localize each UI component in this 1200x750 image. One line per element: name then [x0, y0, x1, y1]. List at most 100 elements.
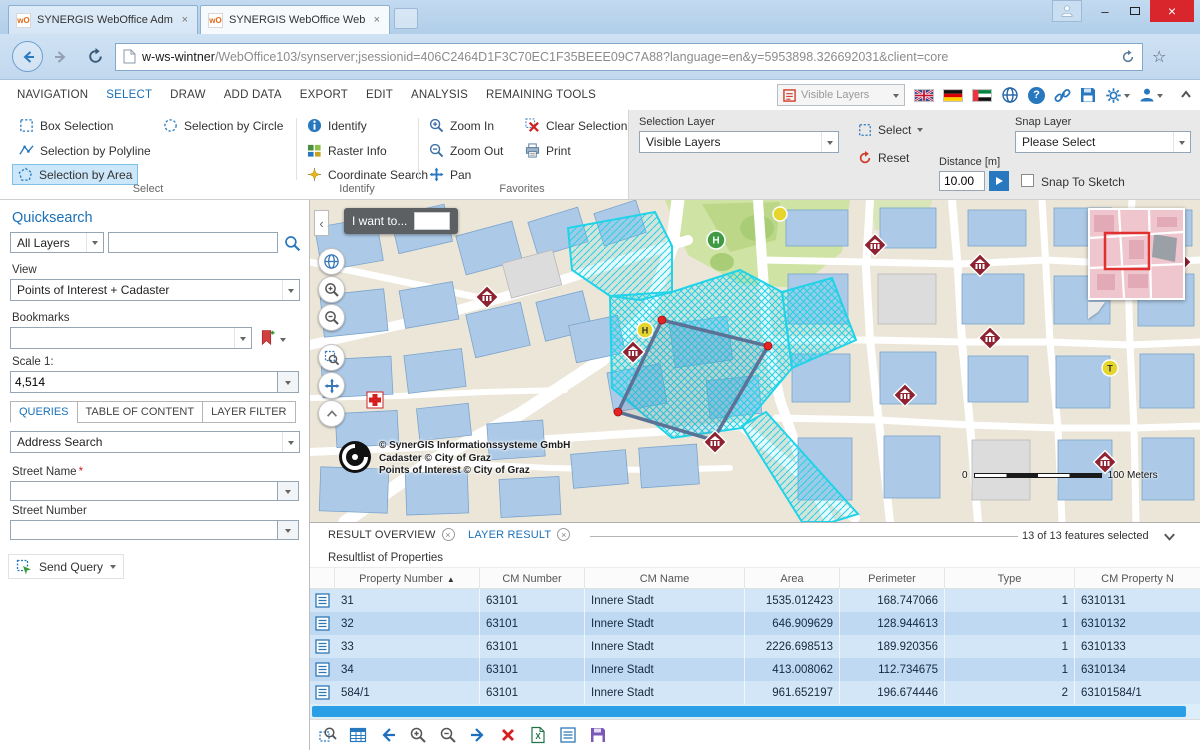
column-header-property-number[interactable]: Property Number▲: [335, 568, 480, 590]
overview-toggle[interactable]: [1088, 302, 1105, 319]
table-row[interactable]: 34 63101 Innere Stadt 413.008062 112.734…: [310, 658, 1200, 681]
i-want-to-button[interactable]: I want to...: [344, 208, 458, 234]
horizontal-scrollbar[interactable]: [310, 704, 1200, 719]
clear-selection-button[interactable]: Clear Selection: [520, 115, 632, 136]
save-icon[interactable]: [1080, 87, 1096, 103]
i-want-to-input[interactable]: [414, 212, 450, 230]
view-select[interactable]: Points of Interest + Cadaster: [10, 279, 300, 301]
street-name-input[interactable]: [10, 481, 278, 501]
map-viewport[interactable]: H H T ‹ I want to...: [310, 200, 1200, 522]
table-row[interactable]: 584/1 63101 Innere Stadt 961.652197 196.…: [310, 681, 1200, 704]
ribbon-tab-export[interactable]: EXPORT: [291, 89, 357, 101]
street-number-select-arrow[interactable]: [277, 520, 299, 540]
map-zoom-out-button[interactable]: [318, 304, 345, 331]
map-pan-button[interactable]: [318, 372, 345, 399]
record-icon[interactable]: [315, 593, 330, 608]
overview-map[interactable]: [1088, 208, 1185, 300]
column-header-cm-property[interactable]: CM Property N: [1075, 568, 1200, 590]
favorites-star-icon[interactable]: ☆: [1152, 47, 1166, 67]
tab-result-overview[interactable]: RESULT OVERVIEW ×: [328, 528, 455, 541]
ribbon-tab-add-data[interactable]: ADD DATA: [215, 89, 291, 101]
zoom-out-button[interactable]: Zoom Out: [424, 140, 508, 161]
ribbon-tab-draw[interactable]: DRAW: [161, 89, 215, 101]
close-tab-icon[interactable]: ×: [442, 528, 455, 541]
table-row[interactable]: 33 63101 Innere Stadt 2226.698513 189.92…: [310, 635, 1200, 658]
table-row[interactable]: 31 63101 Innere Stadt 1535.012423 168.74…: [310, 589, 1200, 612]
browser-tab-admin[interactable]: wO SYNERGIS WebOffice Adm ×: [8, 5, 198, 34]
maximize-button[interactable]: [1120, 0, 1150, 22]
address-bar[interactable]: w-ws-wintner/WebOffice103/synserver;jses…: [115, 43, 1143, 71]
scale-input[interactable]: [10, 371, 278, 393]
flag-english-icon[interactable]: [914, 89, 934, 102]
send-query-button[interactable]: Send Query: [8, 554, 124, 579]
identify-button[interactable]: Identify: [302, 115, 372, 136]
quicksearch-input[interactable]: [108, 232, 278, 253]
record-icon[interactable]: [315, 662, 330, 677]
previous-result-button[interactable]: [376, 723, 400, 747]
snap-to-sketch-checkbox[interactable]: [1021, 174, 1034, 187]
box-selection-button[interactable]: Box Selection: [14, 115, 118, 136]
globe-tool-button[interactable]: [318, 248, 345, 275]
query-type-select[interactable]: Address Search: [10, 431, 300, 453]
tab-layer-filter[interactable]: LAYER FILTER: [202, 401, 295, 423]
quicksearch-layer-select[interactable]: All Layers: [10, 232, 104, 253]
remove-result-button[interactable]: [496, 723, 520, 747]
save-results-button[interactable]: [586, 723, 610, 747]
ribbon-tab-select[interactable]: SELECT: [97, 89, 161, 101]
forward-button[interactable]: [47, 43, 75, 71]
column-header-area[interactable]: Area: [745, 568, 840, 590]
flag-arabic-icon[interactable]: [972, 89, 992, 102]
column-header-cm-name[interactable]: CM Name: [585, 568, 745, 590]
globe-icon[interactable]: [1001, 86, 1019, 104]
select-split-button[interactable]: Select: [853, 119, 928, 140]
snap-layer-select[interactable]: Please Select: [1015, 131, 1191, 153]
flag-german-icon[interactable]: [943, 89, 963, 102]
tab-layer-result[interactable]: LAYER RESULT ×: [468, 528, 570, 541]
close-tab-icon[interactable]: ×: [557, 528, 570, 541]
ribbon-tab-navigation[interactable]: NAVIGATION: [8, 89, 97, 101]
table-row[interactable]: 32 63101 Innere Stadt 646.909629 128.944…: [310, 612, 1200, 635]
map-scroll-up-button[interactable]: [318, 400, 345, 427]
minimize-button[interactable]: –: [1090, 0, 1120, 22]
street-number-input[interactable]: [10, 520, 278, 540]
next-result-button[interactable]: [466, 723, 490, 747]
reset-button[interactable]: Reset: [853, 147, 914, 168]
record-icon[interactable]: [315, 685, 330, 700]
zoom-result-in-button[interactable]: [406, 723, 430, 747]
coordinate-search-button[interactable]: Coordinate Search: [302, 164, 433, 185]
raster-info-button[interactable]: Raster Info: [302, 140, 392, 161]
scale-select-arrow[interactable]: [277, 371, 299, 393]
selection-layer-select[interactable]: Visible Layers: [639, 131, 839, 153]
link-icon[interactable]: [1054, 87, 1071, 104]
scrollbar-thumb[interactable]: [312, 706, 1186, 717]
add-bookmark-icon[interactable]: [258, 329, 275, 346]
tab-close-icon[interactable]: ×: [180, 14, 190, 26]
apply-distance-button[interactable]: [989, 171, 1009, 191]
new-tab-button[interactable]: [394, 8, 418, 29]
column-header-perimeter[interactable]: Perimeter: [840, 568, 945, 590]
settings-button[interactable]: [1105, 87, 1130, 104]
map-zoom-in-button[interactable]: [318, 276, 345, 303]
account-button[interactable]: [1052, 0, 1082, 22]
chevron-down-icon[interactable]: [280, 338, 286, 345]
refresh-button[interactable]: [83, 43, 107, 71]
record-icon[interactable]: [315, 616, 330, 631]
zoom-to-selection-button[interactable]: [316, 723, 340, 747]
visible-layers-dropdown[interactable]: Visible Layers: [777, 84, 905, 106]
zoom-in-button[interactable]: Zoom In: [424, 115, 499, 136]
zoom-result-out-button[interactable]: [436, 723, 460, 747]
distance-input[interactable]: [939, 171, 985, 191]
selection-by-area-button[interactable]: Selection by Area: [12, 164, 138, 185]
tab-table-of-content[interactable]: TABLE OF CONTENT: [77, 401, 204, 423]
ribbon-tab-edit[interactable]: EDIT: [357, 89, 402, 101]
selection-by-circle-button[interactable]: Selection by Circle: [158, 115, 288, 136]
record-icon[interactable]: [315, 639, 330, 654]
back-button[interactable]: [12, 41, 43, 72]
user-menu-button[interactable]: [1139, 87, 1163, 103]
refresh-page-icon[interactable]: [1121, 50, 1135, 64]
attribute-table-button[interactable]: [346, 723, 370, 747]
map-zoom-extent-button[interactable]: [318, 344, 345, 371]
show-result-list-button[interactable]: [556, 723, 580, 747]
close-button[interactable]: ×: [1150, 0, 1194, 22]
pan-button[interactable]: Pan: [424, 164, 476, 185]
